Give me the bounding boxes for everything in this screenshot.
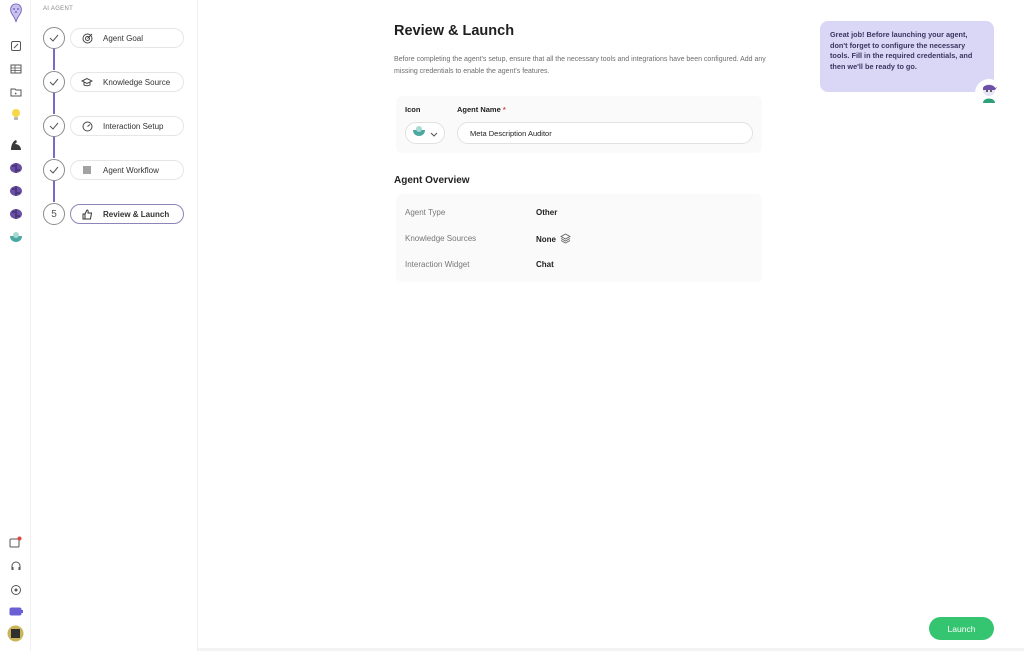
muscle-icon[interactable] [8,137,23,152]
step-connector [53,48,55,70]
mascot-avatar-icon [975,79,1003,107]
page-title: Review & Launch [394,23,515,39]
overview-key: Interaction Widget [405,260,470,269]
step-label: Agent Workflow [103,165,159,175]
table-icon[interactable] [8,61,23,76]
lightbulb-icon[interactable] [8,107,23,122]
graduation-cap-icon [81,76,93,88]
overview-value-text: None [536,235,556,244]
launch-button[interactable]: Launch [929,617,994,640]
dial-icon [81,120,93,132]
page-description: Before completing the agent's setup, ens… [394,56,766,75]
app-logo-icon[interactable] [8,3,23,23]
assistant-tip-bubble: Great job! Before launching your agent, … [820,21,994,92]
agent-name-label-text: Agent Name [457,105,501,114]
step-label: Agent Goal [103,33,144,43]
robot-bowl-icon [412,124,426,142]
step-review-launch[interactable]: Review & Launch [70,204,184,224]
list-icon [81,164,93,176]
overview-value: Chat [536,260,554,269]
icon-label: Icon [405,105,421,114]
brain-icon[interactable] [8,206,23,221]
folder-icon[interactable] [8,84,23,99]
headset-icon[interactable] [8,558,23,573]
avatar[interactable] [7,625,24,642]
brain-icon[interactable] [8,160,23,175]
step-connector [53,180,55,202]
robot-bowl-icon[interactable] [8,229,23,244]
required-mark: * [502,105,506,114]
settings-icon[interactable] [8,582,23,597]
step-connector [53,136,55,158]
agent-name-label: Agent Name * [457,105,506,114]
step-number: 5 [43,203,65,225]
step-status-check-icon [43,27,65,49]
step-agent-goal[interactable]: Agent Goal [70,28,184,48]
overview-key: Agent Type [405,208,446,217]
step-connector [53,92,55,114]
step-label: Knowledge Source [103,77,171,87]
step-label: Review & Launch [103,209,170,219]
step-status-check-icon [43,115,65,137]
layers-icon [560,233,571,246]
overview-value: None [536,233,571,246]
step-status-check-icon [43,71,65,93]
thumbs-up-icon [81,208,93,220]
edit-document-icon[interactable] [8,38,23,53]
agent-icon-select[interactable] [405,122,445,144]
step-label: Interaction Setup [103,121,164,131]
agent-overview-title: Agent Overview [394,175,470,186]
steps-panel: AI AGENT Agent Goal Knowledge Source Int… [31,0,198,651]
overview-value-text: Other [536,208,558,217]
step-knowledge-source[interactable]: Knowledge Source [70,72,184,92]
step-agent-workflow[interactable]: Agent Workflow [70,160,184,180]
battery-icon[interactable] [8,604,23,619]
overview-value-text: Chat [536,260,554,269]
notification-icon[interactable] [8,535,23,550]
agent-name-input[interactable] [457,122,753,144]
overview-key: Knowledge Sources [405,234,477,243]
step-status-check-icon [43,159,65,181]
brain-icon[interactable] [8,183,23,198]
target-icon [81,32,93,44]
agent-identity-card: Icon Agent Name * [396,96,762,153]
icon-rail [0,0,31,651]
chevron-down-icon [430,124,438,142]
step-interaction-setup[interactable]: Interaction Setup [70,116,184,136]
section-label: AI AGENT [43,6,74,12]
overview-value: Other [536,208,557,217]
agent-overview-card: Agent Type Other Knowledge Sources None … [396,194,762,282]
